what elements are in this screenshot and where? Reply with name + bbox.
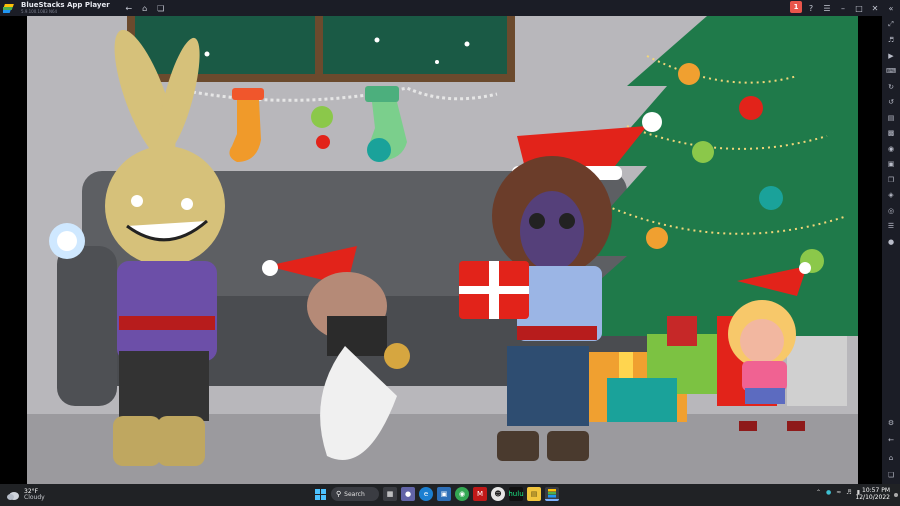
start-icon[interactable] [313,487,327,501]
apk-icon[interactable]: ▤ [884,111,898,125]
shake-icon[interactable]: ◈ [884,188,898,202]
clock-time: 10:57 PM [862,487,890,494]
minimize-button[interactable]: – [836,1,850,15]
system-tray: ⌃ ● ≈ ♬ ▮ [816,489,860,496]
github-icon[interactable]: ☻ [491,487,505,501]
network-icon[interactable]: ≈ [836,489,841,496]
bluestacks-window: BlueStacks App Player 5.9.100.1083 N64 ←… [0,0,900,506]
clock-date: 12/10/2022 [855,494,890,502]
settings-icon[interactable]: ⚙ [884,416,898,430]
hulu-icon[interactable]: hulu [508,487,524,501]
home-button[interactable]: ⌂ [138,1,152,15]
back-icon[interactable]: ← [884,433,898,447]
record-icon[interactable]: ◉ [884,142,898,156]
home-icon[interactable]: ⌂ [884,451,898,465]
notification-dot-icon[interactable] [894,493,898,497]
search-button[interactable]: ⚲ Search [331,487,379,501]
store-icon[interactable]: ▣ [437,487,451,501]
fullscreen-icon[interactable]: ⤢ [884,18,898,32]
app-title: BlueStacks App Player 5.9.100.1083 N64 [21,2,110,14]
task-view-icon[interactable]: ▦ [383,487,397,501]
game-viewport[interactable] [27,16,858,484]
cloud-icon [7,492,19,500]
mcafee-icon[interactable]: M [473,487,487,501]
back-button[interactable]: ← [122,1,136,15]
bluestacks-logo-icon [3,4,14,13]
teams-chat-icon[interactable]: ● [401,487,415,501]
recent-apps-button[interactable]: ❏ [154,1,168,15]
layers-icon[interactable]: ☰ [884,219,898,233]
search-icon: ⚲ [336,490,342,498]
windows-taskbar: 32°F Cloudy ⚲ Search ▦ ● e ▣ ◉ M ☻ hulu … [0,484,900,506]
sync-icon[interactable]: ↺ [884,95,898,109]
weather-widget[interactable]: 32°F Cloudy [6,488,45,502]
close-button[interactable]: ✕ [868,1,882,15]
meet-now-icon[interactable]: ● [826,489,831,496]
copy-icon[interactable]: ❐ [884,173,898,187]
chevron-up-icon[interactable]: ⌃ [816,489,821,496]
notification-badge[interactable]: 1 [790,1,802,13]
collapse-sidebar-icon[interactable]: « [884,1,898,15]
right-sidebar: ⤢ ♬ ▶ ⌨ ↻ ↺ ▤ ▩ ◉ ▣ ❐ ◈ ◎ ☰ ● ⚙ ← ⌂ ❏ [882,16,900,486]
speaker-icon[interactable]: ♬ [846,489,851,496]
file-explorer-icon[interactable]: ▤ [527,487,541,501]
screenshot-icon[interactable]: ▩ [884,126,898,140]
weather-condition: Cloudy [24,494,45,501]
app-name: BlueStacks App Player [21,1,110,9]
maximize-button[interactable]: □ [852,1,866,15]
clock[interactable]: 10:57 PM 12/10/2022 [855,487,890,501]
app-version: 5.9.100.1083 N64 [21,9,58,14]
play-icon[interactable]: ▶ [884,49,898,63]
folder-icon[interactable]: ▣ [884,157,898,171]
search-label: Search [344,490,365,498]
chrome-icon[interactable]: ◉ [455,487,469,501]
menu-icon[interactable]: ☰ [820,1,834,15]
help-icon[interactable]: ? [804,1,818,15]
edge-icon[interactable]: e [419,487,433,501]
rotate-icon[interactable]: ↻ [884,80,898,94]
volume-icon[interactable]: ♬ [884,33,898,47]
christmas-scene [27,16,858,484]
title-bar: BlueStacks App Player 5.9.100.1083 N64 ←… [0,0,900,16]
eco-icon[interactable]: ● [884,235,898,249]
recents-icon[interactable]: ❏ [884,468,898,482]
bluestacks-taskbar-icon[interactable] [545,487,559,501]
location-icon[interactable]: ◎ [884,204,898,218]
keyboard-icon[interactable]: ⌨ [884,64,898,78]
